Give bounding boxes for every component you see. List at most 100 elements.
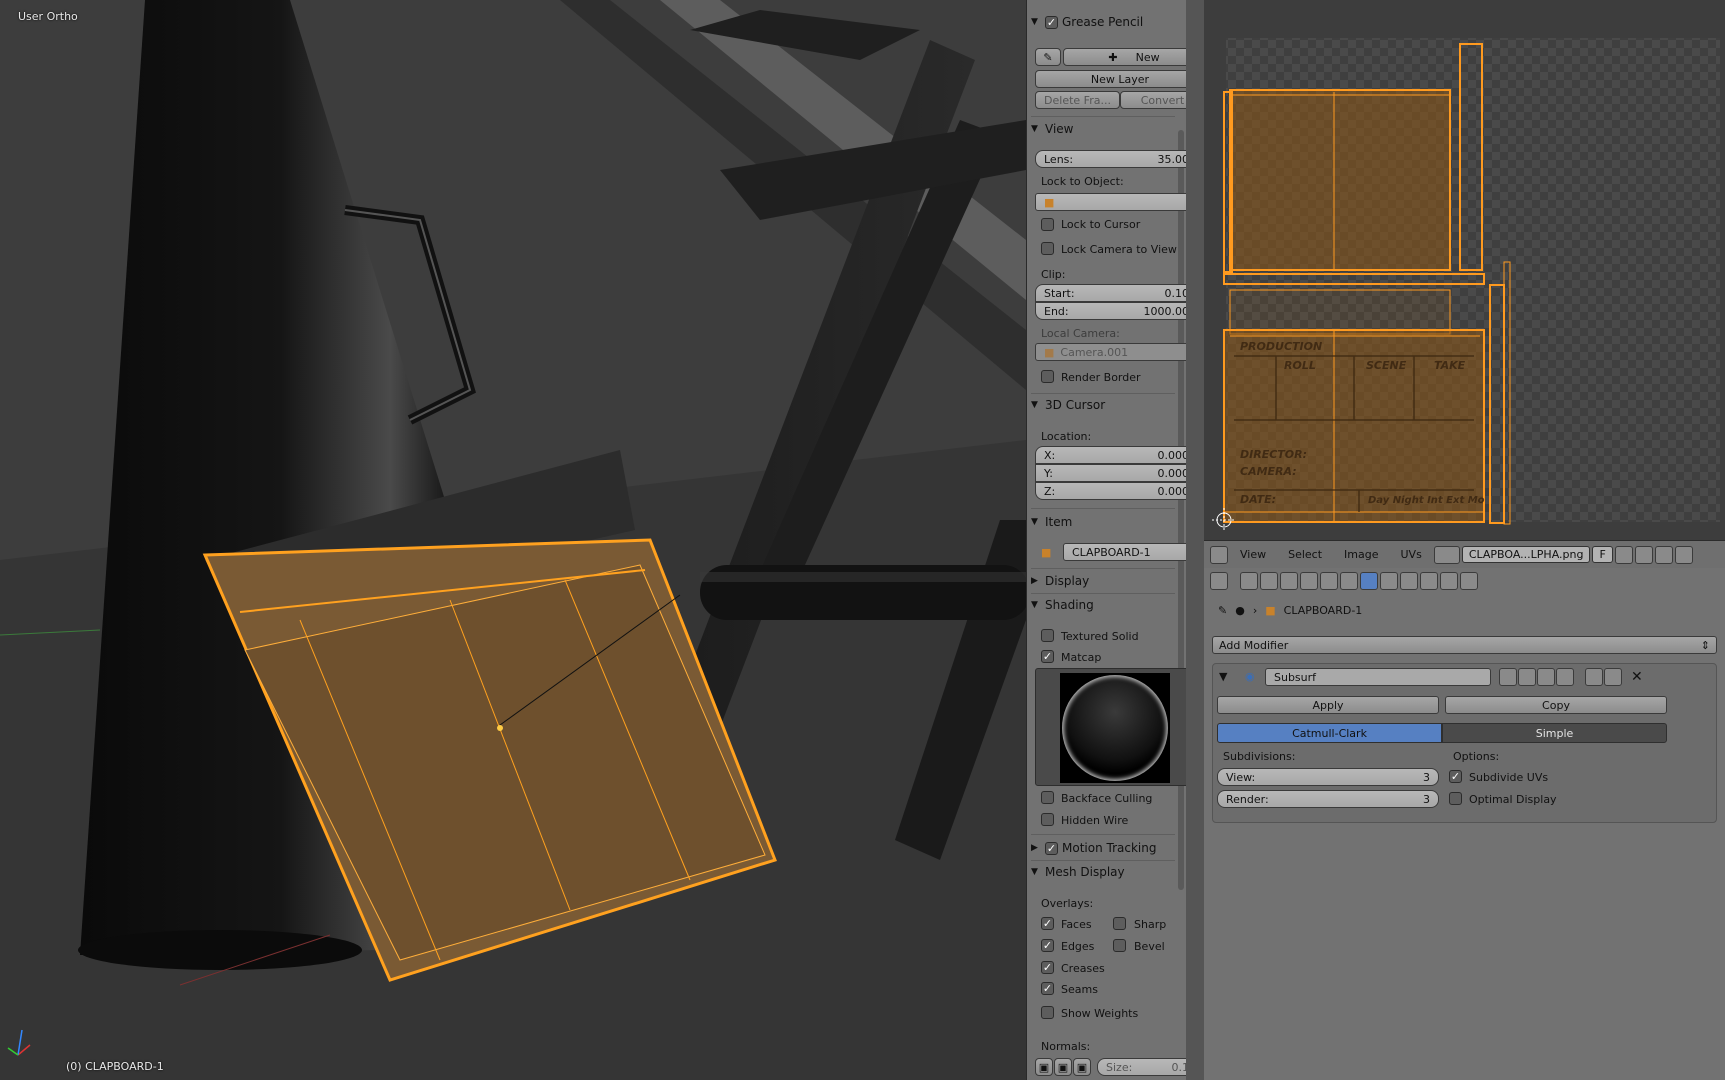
motion-tracking-header[interactable]: ▶ ✓ Motion Tracking [1031,837,1175,859]
display-panel-header[interactable]: ▶ Display [1031,570,1175,592]
collapse-arrow-icon[interactable]: ▼ [1219,670,1227,683]
object-tab-icon[interactable] [1320,572,1338,590]
uv-menu-select[interactable]: Select [1278,548,1332,561]
unlink-image-icon[interactable] [1654,545,1673,564]
view-panel-header[interactable]: ▼ View [1031,118,1175,140]
remove-modifier-icon[interactable]: ✕ [1631,669,1643,685]
cage-toggle-icon[interactable] [1556,668,1574,686]
render-levels-field[interactable]: Render: 3 [1217,790,1439,808]
sharp-checkbox[interactable] [1113,917,1126,930]
render-toggle-icon[interactable] [1537,668,1555,686]
creases-checkbox[interactable]: ✓ [1041,961,1054,974]
item-panel-header[interactable]: ▼ Item [1031,511,1175,533]
uv-menu-uvs[interactable]: UVs [1391,548,1432,561]
clip-start-label: Start: [1044,286,1075,300]
cursor-x-field[interactable]: X: 0.0000 [1035,446,1205,464]
open-image-icon[interactable] [1634,545,1653,564]
edit-mode-toggle-icon[interactable] [1499,668,1517,686]
clip-start-field[interactable]: Start: 0.100 [1035,284,1205,302]
area-divider[interactable] [1186,0,1204,1080]
face-normals-icon[interactable]: ▣ [1073,1058,1091,1076]
fake-user-button[interactable]: F [1592,546,1613,563]
pin-icon[interactable]: ✎ [1218,604,1227,617]
texture-tab-icon[interactable] [1420,572,1438,590]
loop-normals-icon[interactable]: ▣ [1054,1058,1072,1076]
new-layer-button[interactable]: New Layer [1035,70,1205,88]
copy-button[interactable]: Copy [1445,696,1667,714]
pin-icon[interactable] [1674,545,1693,564]
cursor-panel-header[interactable]: ▼ 3D Cursor [1031,394,1175,416]
uv-image-editor[interactable]: PRODUCTION ROLL SCENE TAKE DIRECTOR: CAM… [1204,0,1725,540]
physics-tab-icon[interactable] [1460,572,1478,590]
view-levels-label: View: [1226,770,1256,784]
modifiers-tab-icon[interactable] [1360,572,1378,590]
seams-checkbox[interactable]: ✓ [1041,982,1054,995]
lens-field[interactable]: Lens: 35.000 [1035,150,1205,168]
move-down-icon[interactable] [1604,668,1622,686]
lock-object-field[interactable]: ■ [1035,193,1205,211]
clip-end-label: End: [1044,304,1069,318]
viewport-toggle-icon[interactable] [1518,668,1536,686]
shading-panel-header[interactable]: ▼ Shading [1031,594,1175,616]
render-tab-icon[interactable] [1240,572,1258,590]
image-name-field[interactable]: CLAPBOA...LPHA.png [1461,546,1591,563]
new-image-icon[interactable] [1614,545,1633,564]
pencil-draw-icon[interactable]: ✎ [1035,48,1061,66]
sharp-label: Sharp [1134,918,1167,931]
image-browse-icon[interactable] [1433,545,1460,564]
show-weights-label: Show Weights [1061,1007,1139,1020]
optimal-display-checkbox[interactable] [1449,792,1462,805]
world-tab-icon[interactable] [1300,572,1318,590]
faces-checkbox[interactable]: ✓ [1041,917,1054,930]
edges-checkbox[interactable]: ✓ [1041,939,1054,952]
move-up-icon[interactable] [1585,668,1603,686]
hidden-wire-label: Hidden Wire [1061,814,1129,827]
backface-culling-checkbox[interactable] [1041,791,1054,804]
overlays-label: Overlays: [1041,897,1094,910]
clip-end-field[interactable]: End: 1000.000 [1035,302,1205,320]
subdivide-uvs-checkbox[interactable]: ✓ [1449,770,1462,783]
editor-type-icon[interactable] [1210,572,1228,590]
editor-type-icon[interactable] [1210,545,1228,564]
cursor-z-field[interactable]: Z: 0.0000 [1035,482,1205,500]
particles-tab-icon[interactable] [1440,572,1458,590]
item-name-field[interactable]: CLAPBOARD-1 [1063,543,1205,561]
simple-option[interactable]: Simple [1442,723,1667,743]
textured-solid-checkbox[interactable] [1041,629,1054,642]
object-cube-icon: ■ [1044,195,1055,209]
motion-tracking-checkbox[interactable]: ✓ [1045,841,1058,855]
matcap-checkbox[interactable]: ✓ [1041,650,1054,663]
matcap-preview[interactable] [1035,668,1205,786]
show-weights-checkbox[interactable] [1041,1006,1054,1019]
lock-camera-checkbox[interactable] [1041,242,1054,255]
hidden-wire-checkbox[interactable] [1041,813,1054,826]
mesh-display-header[interactable]: ▼ Mesh Display [1031,861,1175,883]
subdivide-uvs-label: Subdivide UVs [1469,771,1549,784]
material-tab-icon[interactable] [1400,572,1418,590]
bevel-checkbox[interactable] [1113,939,1126,952]
scene-tab-icon[interactable] [1280,572,1298,590]
constraints-tab-icon[interactable] [1340,572,1358,590]
new-grease-button[interactable]: ✚ New [1063,48,1205,66]
uv-menu-view[interactable]: View [1230,548,1276,561]
uv-canvas: PRODUCTION ROLL SCENE TAKE DIRECTOR: CAM… [1212,38,1720,532]
catmull-clark-option[interactable]: Catmull-Clark [1217,723,1442,743]
vertex-normals-icon[interactable]: ▣ [1035,1058,1053,1076]
cursor-y-field[interactable]: Y: 0.0000 [1035,464,1205,482]
3d-viewport[interactable]: User Ortho (0) CLAPBOARD-1 [0,0,1026,1080]
data-tab-icon[interactable] [1380,572,1398,590]
local-camera-field[interactable]: ■ Camera.001 ✕ [1035,343,1205,361]
delete-frame-button[interactable]: Delete Fra... [1035,91,1120,109]
uv-menu-image[interactable]: Image [1334,548,1388,561]
grease-pencil-checkbox[interactable]: ✓ [1045,15,1058,29]
uv-text-date: DATE: [1240,493,1276,506]
add-modifier-dropdown[interactable]: Add Modifier ⇕ [1212,636,1717,654]
render-border-checkbox[interactable] [1041,370,1054,383]
view-levels-field[interactable]: View: 3 [1217,768,1439,786]
uv-text-production: PRODUCTION [1240,340,1322,353]
grease-pencil-header[interactable]: ▼ ✓ Grease Pencil [1031,11,1175,33]
modifier-name-field[interactable]: Subsurf [1265,668,1491,686]
layers-tab-icon[interactable] [1260,572,1278,590]
apply-button[interactable]: Apply [1217,696,1439,714]
lock-to-cursor-checkbox[interactable] [1041,218,1054,231]
